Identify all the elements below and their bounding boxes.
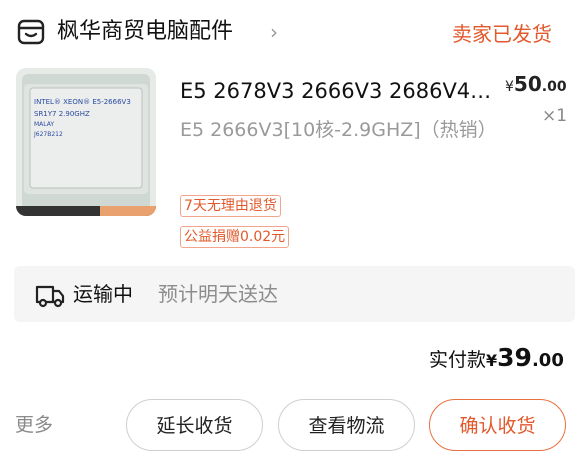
store-icon — [16, 17, 46, 47]
product-spec: E5 2666V3[10核-2.9GHZ]（热销） — [180, 119, 497, 141]
chip-line2: SR1Y7 2.90GHZ — [34, 110, 90, 118]
order-status: 卖家已发货 — [452, 22, 552, 46]
chip-line3: MALAY — [34, 121, 54, 128]
truck-icon — [34, 279, 66, 311]
extend-receipt-button[interactable]: 延长收货 — [126, 399, 263, 451]
product-title[interactable]: E5 2678V3 2666V3 2686V4… — [180, 76, 498, 106]
price-integer: 50 — [513, 72, 542, 96]
chip-line4: J627B212 — [33, 131, 63, 138]
product-image[interactable]: INTEL® XEON® E5-2666V3 SR1Y7 2.90GHZ MAL… — [16, 68, 156, 216]
tag-return-policy: 7天无理由退货 — [180, 195, 281, 217]
total-currency: ¥ — [486, 351, 498, 370]
product-price: ¥50.00 — [505, 72, 567, 99]
total-label: 实付款 — [429, 349, 487, 371]
store-name[interactable]: 枫华商贸电脑配件 — [57, 15, 233, 49]
price-currency: ¥ — [505, 79, 514, 95]
price-decimal: .00 — [541, 79, 567, 95]
more-button[interactable]: 更多 — [15, 408, 53, 442]
shipping-eta: 预计明天送达 — [158, 282, 278, 306]
product-quantity: ×1 — [542, 106, 568, 126]
total-paid: 实付款¥39.00 — [429, 338, 564, 381]
total-decimal: .00 — [531, 350, 564, 371]
chip-brand: INTEL® XEON® E5-2666V3 — [34, 98, 131, 106]
confirm-receipt-button[interactable]: 确认收货 — [429, 399, 566, 451]
chevron-right-icon[interactable]: › — [270, 19, 278, 45]
shipping-status: 运输中 — [73, 282, 133, 306]
view-logistics-button[interactable]: 查看物流 — [278, 399, 415, 451]
tag-charity: 公益捐赠0.02元 — [180, 226, 290, 248]
total-integer: 39 — [497, 343, 532, 372]
